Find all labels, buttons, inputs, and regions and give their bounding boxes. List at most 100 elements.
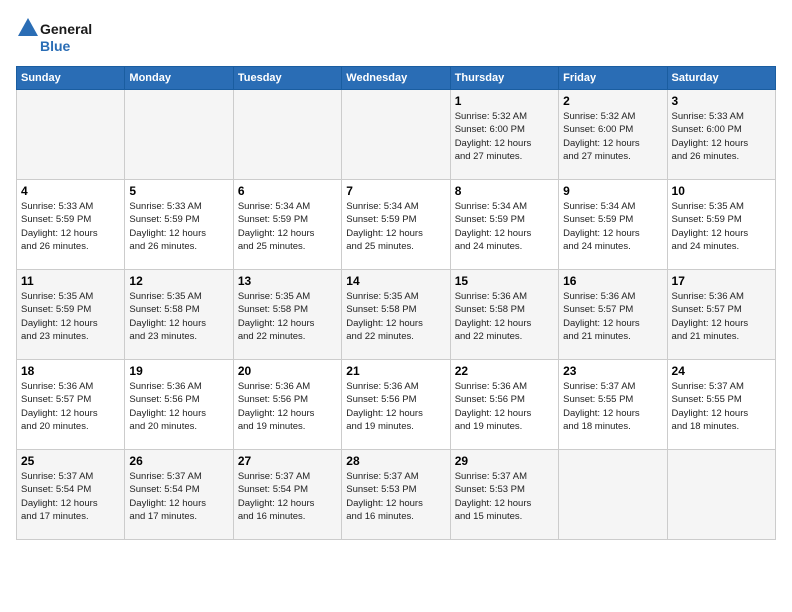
calendar-cell: 20 Sunrise: 5:36 AMSunset: 5:56 PMDayligh…	[233, 360, 341, 450]
day-number: 29	[455, 454, 554, 468]
calendar-cell: 13 Sunrise: 5:35 AMSunset: 5:58 PMDayligh…	[233, 270, 341, 360]
day-info: Sunrise: 5:33 AMSunset: 6:00 PMDaylight:…	[672, 110, 771, 163]
day-info: Sunrise: 5:34 AMSunset: 5:59 PMDaylight:…	[455, 200, 554, 253]
day-number: 28	[346, 454, 445, 468]
calendar-cell: 2Sunrise: 5:32 AMSunset: 6:00 PMDaylight…	[559, 90, 667, 180]
day-number: 2	[563, 94, 662, 108]
day-info: Sunrise: 5:34 AMSunset: 5:59 PMDaylight:…	[238, 200, 337, 253]
calendar-cell: 24 Sunrise: 5:37 AMSunset: 5:55 PMDayligh…	[667, 360, 775, 450]
calendar-cell: 22 Sunrise: 5:36 AMSunset: 5:56 PMDayligh…	[450, 360, 558, 450]
header-cell-friday: Friday	[559, 67, 667, 90]
day-info: Sunrise: 5:36 AMSunset: 5:56 PMDaylight:…	[455, 380, 554, 433]
calendar-cell: 29 Sunrise: 5:37 AMSunset: 5:53 PMDayligh…	[450, 450, 558, 540]
calendar-cell: 9 Sunrise: 5:34 AMSunset: 5:59 PMDaylight…	[559, 180, 667, 270]
day-info: Sunrise: 5:35 AMSunset: 5:58 PMDaylight:…	[129, 290, 228, 343]
calendar-cell	[342, 90, 450, 180]
page-header: GeneralBlue	[16, 16, 776, 56]
calendar-table: SundayMondayTuesdayWednesdayThursdayFrid…	[16, 66, 776, 540]
calendar-week-3: 18 Sunrise: 5:36 AMSunset: 5:57 PMDayligh…	[17, 360, 776, 450]
day-number: 1	[455, 94, 554, 108]
header-cell-monday: Monday	[125, 67, 233, 90]
day-info: Sunrise: 5:33 AMSunset: 5:59 PMDaylight:…	[21, 200, 120, 253]
day-info: Sunrise: 5:34 AMSunset: 5:59 PMDaylight:…	[563, 200, 662, 253]
day-number: 9	[563, 184, 662, 198]
header-cell-saturday: Saturday	[667, 67, 775, 90]
calendar-cell: 7Sunrise: 5:34 AMSunset: 5:59 PMDaylight…	[342, 180, 450, 270]
day-number: 11	[21, 274, 120, 288]
day-info: Sunrise: 5:37 AMSunset: 5:55 PMDaylight:…	[563, 380, 662, 433]
day-number: 24	[672, 364, 771, 378]
day-number: 13	[238, 274, 337, 288]
calendar-week-2: 11 Sunrise: 5:35 AMSunset: 5:59 PMDayligh…	[17, 270, 776, 360]
calendar-cell: 1 Sunrise: 5:32 AMSunset: 6:00 PMDaylight…	[450, 90, 558, 180]
header-cell-tuesday: Tuesday	[233, 67, 341, 90]
day-info: Sunrise: 5:37 AMSunset: 5:54 PMDaylight:…	[21, 470, 120, 523]
day-info: Sunrise: 5:35 AMSunset: 5:58 PMDaylight:…	[346, 290, 445, 343]
calendar-cell: 19 Sunrise: 5:36 AMSunset: 5:56 PMDayligh…	[125, 360, 233, 450]
day-number: 4	[21, 184, 120, 198]
day-info: Sunrise: 5:36 AMSunset: 5:56 PMDaylight:…	[129, 380, 228, 433]
day-info: Sunrise: 5:35 AMSunset: 5:58 PMDaylight:…	[238, 290, 337, 343]
day-info: Sunrise: 5:37 AMSunset: 5:54 PMDaylight:…	[129, 470, 228, 523]
logo: GeneralBlue	[16, 16, 106, 56]
day-info: Sunrise: 5:35 AMSunset: 5:59 PMDaylight:…	[21, 290, 120, 343]
header-cell-sunday: Sunday	[17, 67, 125, 90]
calendar-cell: 17 Sunrise: 5:36 AMSunset: 5:57 PMDayligh…	[667, 270, 775, 360]
calendar-cell: 27 Sunrise: 5:37 AMSunset: 5:54 PMDayligh…	[233, 450, 341, 540]
day-info: Sunrise: 5:36 AMSunset: 5:56 PMDaylight:…	[238, 380, 337, 433]
day-info: Sunrise: 5:36 AMSunset: 5:58 PMDaylight:…	[455, 290, 554, 343]
calendar-week-4: 25 Sunrise: 5:37 AMSunset: 5:54 PMDayligh…	[17, 450, 776, 540]
day-number: 14	[346, 274, 445, 288]
calendar-cell: 26 Sunrise: 5:37 AMSunset: 5:54 PMDayligh…	[125, 450, 233, 540]
header-cell-wednesday: Wednesday	[342, 67, 450, 90]
logo-svg: GeneralBlue	[16, 16, 106, 56]
day-info: Sunrise: 5:36 AMSunset: 5:57 PMDaylight:…	[672, 290, 771, 343]
day-info: Sunrise: 5:37 AMSunset: 5:53 PMDaylight:…	[346, 470, 445, 523]
calendar-cell: 10Sunrise: 5:35 AMSunset: 5:59 PMDayligh…	[667, 180, 775, 270]
day-number: 23	[563, 364, 662, 378]
day-number: 3	[672, 94, 771, 108]
day-info: Sunrise: 5:34 AMSunset: 5:59 PMDaylight:…	[346, 200, 445, 253]
day-info: Sunrise: 5:32 AMSunset: 6:00 PMDaylight:…	[455, 110, 554, 163]
day-number: 20	[238, 364, 337, 378]
day-number: 16	[563, 274, 662, 288]
calendar-cell: 16 Sunrise: 5:36 AMSunset: 5:57 PMDayligh…	[559, 270, 667, 360]
calendar-cell: 4 Sunrise: 5:33 AMSunset: 5:59 PMDaylight…	[17, 180, 125, 270]
day-info: Sunrise: 5:36 AMSunset: 5:57 PMDaylight:…	[563, 290, 662, 343]
day-info: Sunrise: 5:37 AMSunset: 5:53 PMDaylight:…	[455, 470, 554, 523]
header-cell-thursday: Thursday	[450, 67, 558, 90]
day-number: 25	[21, 454, 120, 468]
calendar-cell	[559, 450, 667, 540]
day-number: 8	[455, 184, 554, 198]
day-number: 22	[455, 364, 554, 378]
calendar-cell: 15 Sunrise: 5:36 AMSunset: 5:58 PMDayligh…	[450, 270, 558, 360]
day-info: Sunrise: 5:35 AMSunset: 5:59 PMDaylight:…	[672, 200, 771, 253]
calendar-cell: 18 Sunrise: 5:36 AMSunset: 5:57 PMDayligh…	[17, 360, 125, 450]
calendar-week-1: 4 Sunrise: 5:33 AMSunset: 5:59 PMDaylight…	[17, 180, 776, 270]
calendar-body: 1 Sunrise: 5:32 AMSunset: 6:00 PMDaylight…	[17, 90, 776, 540]
calendar-cell	[667, 450, 775, 540]
day-number: 15	[455, 274, 554, 288]
calendar-cell: 14 Sunrise: 5:35 AMSunset: 5:58 PMDayligh…	[342, 270, 450, 360]
calendar-cell: 28 Sunrise: 5:37 AMSunset: 5:53 PMDayligh…	[342, 450, 450, 540]
day-number: 27	[238, 454, 337, 468]
calendar-cell: 11 Sunrise: 5:35 AMSunset: 5:59 PMDayligh…	[17, 270, 125, 360]
calendar-header: SundayMondayTuesdayWednesdayThursdayFrid…	[17, 67, 776, 90]
day-number: 19	[129, 364, 228, 378]
day-info: Sunrise: 5:36 AMSunset: 5:56 PMDaylight:…	[346, 380, 445, 433]
day-number: 17	[672, 274, 771, 288]
svg-text:Blue: Blue	[40, 38, 71, 54]
calendar-cell	[17, 90, 125, 180]
day-number: 6	[238, 184, 337, 198]
header-row: SundayMondayTuesdayWednesdayThursdayFrid…	[17, 67, 776, 90]
day-number: 26	[129, 454, 228, 468]
calendar-cell: 21Sunrise: 5:36 AMSunset: 5:56 PMDayligh…	[342, 360, 450, 450]
day-info: Sunrise: 5:37 AMSunset: 5:55 PMDaylight:…	[672, 380, 771, 433]
day-info: Sunrise: 5:36 AMSunset: 5:57 PMDaylight:…	[21, 380, 120, 433]
day-number: 18	[21, 364, 120, 378]
day-info: Sunrise: 5:37 AMSunset: 5:54 PMDaylight:…	[238, 470, 337, 523]
calendar-week-0: 1 Sunrise: 5:32 AMSunset: 6:00 PMDaylight…	[17, 90, 776, 180]
day-number: 5	[129, 184, 228, 198]
calendar-cell: 3 Sunrise: 5:33 AMSunset: 6:00 PMDaylight…	[667, 90, 775, 180]
calendar-cell: 6 Sunrise: 5:34 AMSunset: 5:59 PMDaylight…	[233, 180, 341, 270]
